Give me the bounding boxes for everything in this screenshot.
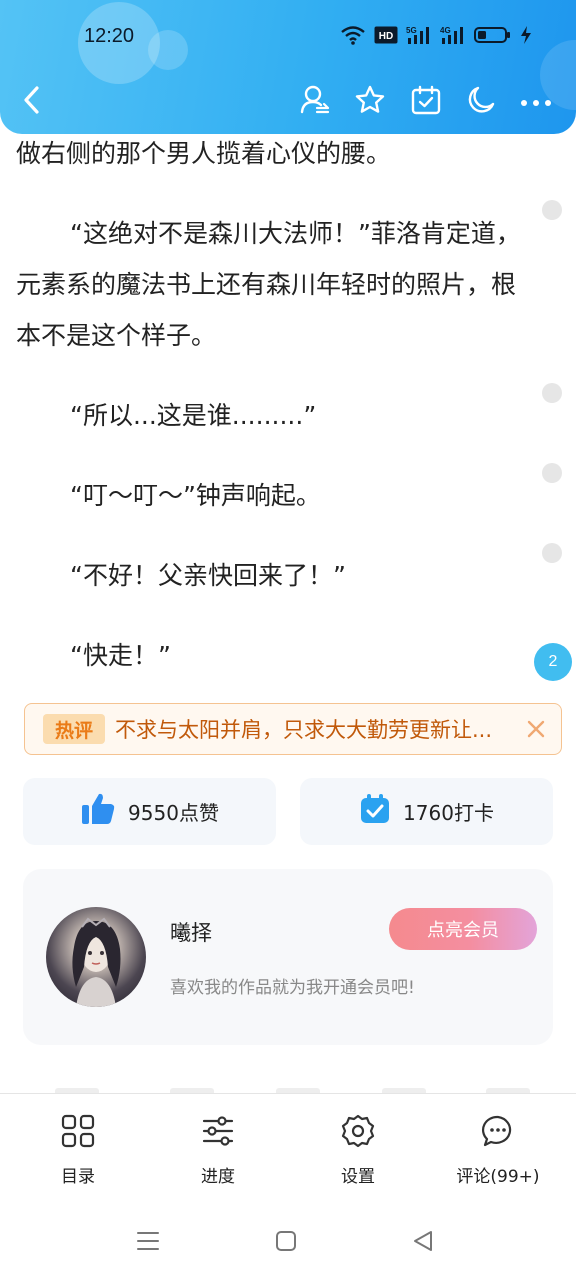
calendar-check-icon	[410, 84, 442, 120]
charging-icon	[520, 25, 532, 45]
author-follow-button[interactable]	[297, 84, 333, 120]
checkin-count-label: 1760打卡	[403, 801, 494, 825]
system-navigation-bar	[0, 1205, 576, 1280]
net1-label: 5G	[406, 26, 417, 35]
checkin-calendar-icon	[359, 793, 391, 830]
night-mode-icon	[465, 84, 497, 120]
activate-vip-button[interactable]: 点亮会员	[389, 908, 537, 950]
author-name: 曦择	[170, 921, 212, 945]
toolbar-label: 评论(99+)	[456, 1167, 540, 1187]
battery-icon	[474, 25, 512, 45]
paragraph-comment-dot[interactable]	[542, 543, 562, 563]
paragraph: “这绝对不是森川大法师！”菲洛肯定道，元素系的魔法书上还有森川年轻时的照片，根本…	[16, 219, 521, 350]
hot-comment-bar[interactable]: 热评 不求与太阳并肩，只求大大勤劳更新让...	[24, 703, 562, 755]
paragraph: “所以...这是谁.........”	[70, 401, 317, 430]
checkin-calendar-button[interactable]	[408, 84, 444, 120]
system-back-button[interactable]	[407, 1227, 439, 1259]
back-button[interactable]	[14, 84, 50, 120]
paragraph-comment-count-badge[interactable]: 2	[534, 643, 572, 681]
net2-label: 4G	[440, 26, 451, 35]
reader-nav-bar	[0, 80, 576, 126]
favorite-star-icon	[354, 84, 386, 120]
toolbar-comment-button[interactable]: 评论(99+)	[438, 1114, 558, 1187]
toolbar-progress-button[interactable]: 进度	[158, 1114, 278, 1187]
back-triangle-icon	[412, 1230, 434, 1256]
menu-lines-icon	[136, 1230, 160, 1256]
reader-bottom-toolbar: 目录 进度 设置 评论(99+)	[0, 1093, 576, 1205]
hot-comment-text: 不求与太阳并肩，只求大大勤劳更新让...	[115, 718, 493, 742]
wifi-icon	[340, 25, 366, 45]
top-bar: 12:20 HD 5G 4G	[0, 0, 576, 134]
paragraph-comment-dot[interactable]	[542, 463, 562, 483]
author-description: 喜欢我的作品就为我开通会员吧!	[170, 978, 415, 998]
author-card: 曦择 喜欢我的作品就为我开通会员吧! 点亮会员	[23, 869, 553, 1045]
author-follow-icon	[299, 84, 331, 120]
signal-4g-icon: 4G	[440, 25, 466, 45]
night-mode-button[interactable]	[463, 84, 499, 120]
toolbar-label: 设置	[341, 1167, 375, 1187]
back-icon	[22, 85, 42, 119]
toolbar-settings-button[interactable]: 设置	[298, 1114, 418, 1187]
avatar-illustration	[72, 917, 121, 1007]
home-square-icon	[275, 1230, 297, 1256]
signal-5g-icon: 5G	[406, 25, 432, 45]
system-home-button[interactable]	[270, 1227, 302, 1259]
status-time: 12:20	[84, 25, 135, 47]
hot-comment-close-button[interactable]	[523, 716, 549, 742]
status-icons: HD 5G 4G	[340, 25, 532, 45]
paragraph: 做右侧的那个男人揽着心仪的腰。	[16, 139, 392, 168]
close-icon	[523, 720, 549, 746]
paragraph: “不好！父亲快回来了！”	[70, 561, 346, 590]
paragraph-comment-dot[interactable]	[542, 383, 562, 403]
hot-comment-tag: 热评	[43, 714, 105, 744]
toolbar-label: 进度	[201, 1167, 235, 1187]
author-avatar[interactable]	[46, 907, 146, 1007]
toolbar-label: 目录	[61, 1167, 95, 1187]
like-count-label: 9550点赞	[128, 801, 219, 825]
progress-sliders-icon	[201, 1114, 235, 1152]
settings-gear-icon	[341, 1114, 375, 1152]
favorite-button[interactable]	[352, 84, 388, 120]
decor-bubble	[148, 30, 188, 70]
catalog-grid-icon	[61, 1114, 95, 1152]
checkin-button[interactable]: 1760打卡	[300, 778, 553, 845]
thumbs-up-icon	[80, 792, 116, 831]
more-icon	[520, 93, 552, 112]
comment-bubble-icon	[481, 1114, 515, 1152]
hd-icon: HD	[374, 26, 398, 44]
toolbar-catalog-button[interactable]: 目录	[18, 1114, 138, 1187]
like-button[interactable]: 9550点赞	[23, 778, 276, 845]
chapter-content: 做右侧的那个男人揽着心仪的腰。 “这绝对不是森川大法师！”菲洛肯定道，元素系的魔…	[16, 128, 536, 710]
system-menu-button[interactable]	[132, 1227, 164, 1259]
more-button[interactable]	[518, 84, 554, 120]
paragraph: “叮～叮～”钟声响起。	[70, 481, 321, 510]
paragraph-comment-dot[interactable]	[542, 200, 562, 220]
paragraph: “快走！”	[70, 641, 171, 670]
hd-label: HD	[379, 31, 393, 42]
